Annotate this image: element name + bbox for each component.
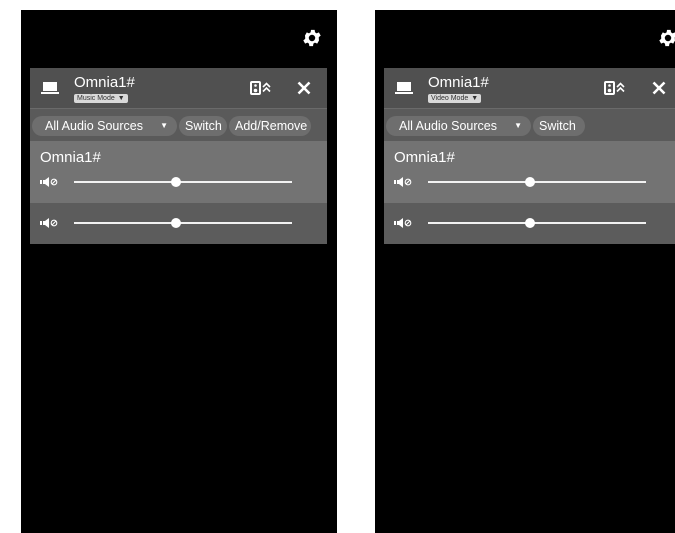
volume-mute-icon[interactable] [394, 176, 414, 188]
room-name: Omnia1# [40, 149, 101, 166]
volume-mute-icon[interactable] [40, 176, 60, 188]
room-section: Omnia1# [384, 141, 675, 203]
speaker-expand-icon[interactable] [604, 81, 626, 95]
switch-button[interactable]: Switch [533, 116, 585, 136]
volume-mute-icon[interactable] [40, 217, 60, 229]
zone-panel: Omnia1# Video Mode ▼ All Audio Sources ▼ [384, 68, 675, 244]
slider-thumb[interactable] [171, 218, 182, 228]
volume-row [384, 203, 675, 244]
zone-header: Omnia1# Video Mode ▼ [384, 68, 675, 108]
volume-row [384, 172, 675, 198]
phone-screen-music-mode: Omnia1# Music Mode ▼ All Audio Sources ▼ [21, 10, 337, 533]
source-toolbar: All Audio Sources ▼ Switch Add/Remove [30, 108, 327, 141]
phone-screen-video-mode: Omnia1# Video Mode ▼ All Audio Sources ▼ [375, 10, 675, 533]
mode-selector[interactable]: Music Mode ▼ [74, 94, 128, 103]
room-section: Omnia1# [30, 141, 327, 203]
room-name: Omnia1# [394, 149, 455, 166]
audio-source-dropdown[interactable]: All Audio Sources ▼ [386, 116, 531, 136]
volume-slider[interactable] [74, 217, 292, 229]
close-icon[interactable] [652, 81, 666, 95]
caret-down-icon: ▼ [160, 121, 168, 130]
zone-panel: Omnia1# Music Mode ▼ All Audio Sources ▼ [30, 68, 327, 244]
audio-source-dropdown[interactable]: All Audio Sources ▼ [32, 116, 177, 136]
volume-mute-icon[interactable] [394, 217, 414, 229]
close-icon[interactable] [297, 81, 311, 95]
device-name: Omnia1# [428, 74, 489, 91]
slider-track [74, 181, 292, 183]
zone-header: Omnia1# Music Mode ▼ [30, 68, 327, 108]
volume-slider[interactable] [74, 176, 292, 188]
volume-slider[interactable] [428, 176, 646, 188]
slider-thumb[interactable] [525, 218, 536, 228]
slider-thumb[interactable] [525, 177, 536, 187]
mode-selector[interactable]: Video Mode ▼ [428, 94, 482, 103]
volume-row [30, 203, 327, 244]
slider-track [428, 181, 646, 183]
mode-label: Video Mode [431, 95, 469, 102]
caret-down-icon: ▼ [471, 95, 479, 102]
gear-icon[interactable] [657, 27, 675, 49]
laptop-icon [41, 82, 59, 94]
gear-icon[interactable] [301, 27, 323, 49]
volume-row [30, 172, 327, 198]
speaker-expand-icon[interactable] [250, 81, 272, 95]
mode-label: Music Mode [77, 95, 115, 102]
device-name: Omnia1# [74, 74, 135, 91]
slider-track [428, 222, 646, 224]
switch-button[interactable]: Switch [179, 116, 227, 136]
laptop-icon [395, 82, 413, 94]
caret-down-icon: ▼ [117, 95, 125, 102]
audio-source-label: All Audio Sources [399, 119, 497, 133]
source-toolbar: All Audio Sources ▼ Switch [384, 108, 675, 141]
audio-source-label: All Audio Sources [45, 119, 143, 133]
slider-thumb[interactable] [171, 177, 182, 187]
caret-down-icon: ▼ [514, 121, 522, 130]
slider-track [74, 222, 292, 224]
add-remove-button[interactable]: Add/Remove [229, 116, 311, 136]
volume-slider[interactable] [428, 217, 646, 229]
